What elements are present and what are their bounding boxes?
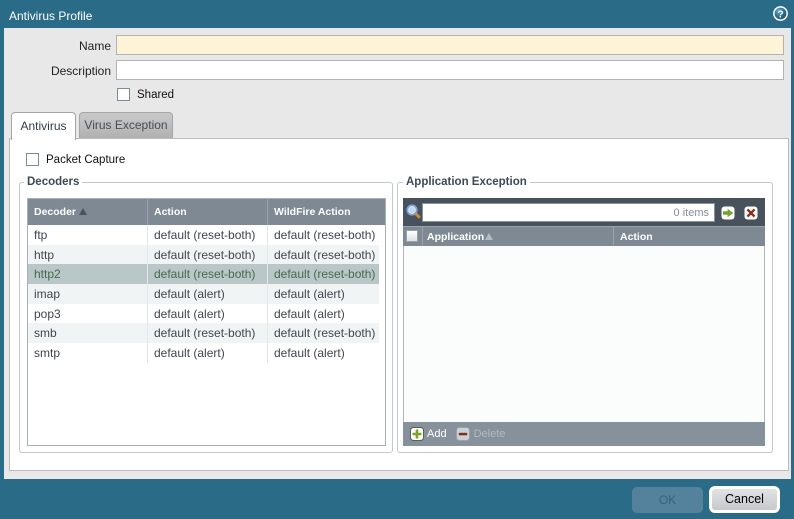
svg-text:?: ? bbox=[777, 9, 783, 20]
